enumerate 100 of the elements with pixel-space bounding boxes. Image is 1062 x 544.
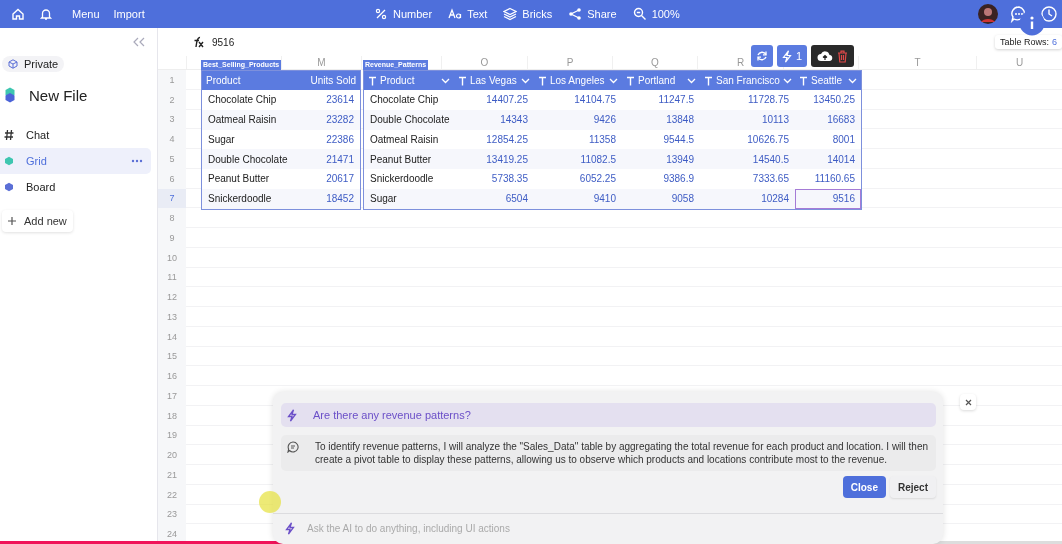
table-cell[interactable]: 14407.25 [454,90,534,110]
row-number[interactable]: 3 [158,109,186,130]
row-number[interactable]: 11 [158,267,186,288]
table-cell[interactable]: Oatmeal Raisin [364,129,454,150]
row-number[interactable]: 23 [158,504,186,525]
table-cell[interactable]: 8001 [795,129,861,150]
prompt-field[interactable]: Ask the AI to do anything, including UI actions [305,522,937,535]
table-cell[interactable]: 11160.65 [795,169,861,189]
table-cell[interactable]: Chocolate Chip [364,90,454,110]
table-cell[interactable]: 13419.25 [454,149,534,169]
delete-button[interactable] [837,49,848,63]
row-number[interactable]: 24 [158,524,186,544]
workspace-chip[interactable]: Private [2,56,65,72]
column-letter[interactable]: T [914,57,921,69]
column-header[interactable]: Product [202,71,292,90]
table-cell[interactable]: 9544.5 [622,129,700,150]
table-cell[interactable]: 20617 [292,169,360,189]
row-number[interactable]: 7 [158,188,186,209]
column-letter[interactable]: R [736,57,745,69]
toolbar-button[interactable]: Share [568,7,617,21]
actions-button[interactable]: 1 [777,45,807,67]
toolbar-button[interactable]: Number [374,7,433,21]
column-letter[interactable]: O [480,57,489,69]
info-icon[interactable] [1019,10,1045,36]
column-header[interactable]: Units Sold [292,71,360,90]
table-cell[interactable]: 6052.25 [534,169,622,189]
row-number[interactable]: 20 [158,445,186,465]
row-number[interactable]: 1 [158,70,186,90]
toolbar-button[interactable]: Text [448,7,488,21]
table-cell[interactable]: 23282 [292,109,360,130]
refresh-button[interactable] [751,45,773,67]
toolbar-button[interactable]: Bricks [503,7,553,21]
table-cell[interactable]: Double Chocolate [202,149,292,169]
table-cell[interactable]: 21471 [292,149,360,169]
close-button[interactable]: Close [842,476,886,498]
column-header[interactable]: Portland [622,71,700,90]
column-header[interactable]: San Francisco [700,71,795,90]
table-cell[interactable]: 10284 [700,188,795,209]
column-header[interactable]: Los Angeles [534,71,622,90]
table-cell[interactable]: 16683 [795,109,861,130]
bell-icon[interactable] [39,7,53,21]
table-cell[interactable]: 13949 [622,149,700,169]
table-cell[interactable]: 7333.65 [700,169,795,189]
row-number[interactable]: 4 [158,129,186,149]
table-cell[interactable]: 9386.9 [622,169,700,189]
table-cell[interactable]: 10113 [700,109,795,130]
add-new-button[interactable]: Add new [2,210,73,232]
table-cell[interactable]: 10626.75 [700,129,795,150]
table-cell[interactable]: 14104.75 [534,90,622,110]
table-cell[interactable]: 11728.75 [700,90,795,110]
chat-icon[interactable] [1010,5,1028,23]
table-cell[interactable]: Peanut Butter [202,169,292,189]
table-cell[interactable]: 23614 [292,90,360,110]
column-letter[interactable]: Q [651,57,659,69]
table-cell[interactable]: Double Chocolate [364,109,454,130]
video-progress-bar[interactable] [0,541,1062,544]
column-header[interactable]: Seattle [795,71,861,90]
column-header[interactable]: Las Vegas [454,71,534,90]
column-letter[interactable]: P [566,57,574,69]
table-cell[interactable]: Peanut Butter [364,149,454,169]
table-cell[interactable]: Snickerdoodle [364,169,454,189]
upload-button[interactable] [817,50,833,62]
table-cell[interactable]: 9426 [534,109,622,130]
sidebar-item[interactable]: Board [0,174,151,200]
table-cell[interactable]: 18452 [292,188,360,209]
sidebar-item[interactable]: Grid [0,148,151,174]
table-cell[interactable]: 14343 [454,109,534,130]
column-letter[interactable]: M [317,57,326,69]
table-cell[interactable]: 11358 [534,129,622,150]
table-cell[interactable]: 14014 [795,149,861,169]
reject-button[interactable]: Reject [890,476,936,498]
table-cell[interactable]: 11082.5 [534,149,622,169]
avatar[interactable] [978,4,998,24]
table-cell[interactable]: Sugar [364,188,454,209]
table-cell[interactable]: 11247.5 [622,90,700,110]
table-cell[interactable]: 9516 [795,188,861,209]
home-icon[interactable] [11,7,25,21]
table-cell[interactable]: 6504 [454,188,534,209]
table-cell[interactable]: Snickerdoodle [202,188,292,209]
table-cell[interactable]: 13450.25 [795,90,861,110]
column-header[interactable]: Product [364,71,454,90]
table-cell[interactable]: Sugar [202,129,292,150]
table-cell[interactable]: 12854.25 [454,129,534,150]
close-panel-button[interactable] [960,394,976,410]
sidebar-item[interactable]: Chat [0,122,151,148]
table-cell[interactable]: 9058 [622,188,700,209]
formula-value[interactable]: 9516 [212,36,235,48]
table-cell[interactable]: 5738.35 [454,169,534,189]
clock-icon[interactable] [1040,5,1058,23]
table-cell[interactable]: 13848 [622,109,700,130]
table-cell[interactable]: Chocolate Chip [202,90,292,110]
toolbar-button[interactable]: 100% [632,7,680,21]
table-cell[interactable]: 9410 [534,188,622,209]
menu-link[interactable]: Import [113,8,145,20]
table-cell[interactable]: Oatmeal Raisin [202,109,292,130]
column-letter[interactable]: U [1015,57,1024,69]
row-number[interactable]: 22 [158,484,186,505]
menu-link[interactable]: Menu [72,8,100,20]
table-cell[interactable]: 14540.5 [700,149,795,169]
table-cell[interactable]: 22386 [292,129,360,150]
